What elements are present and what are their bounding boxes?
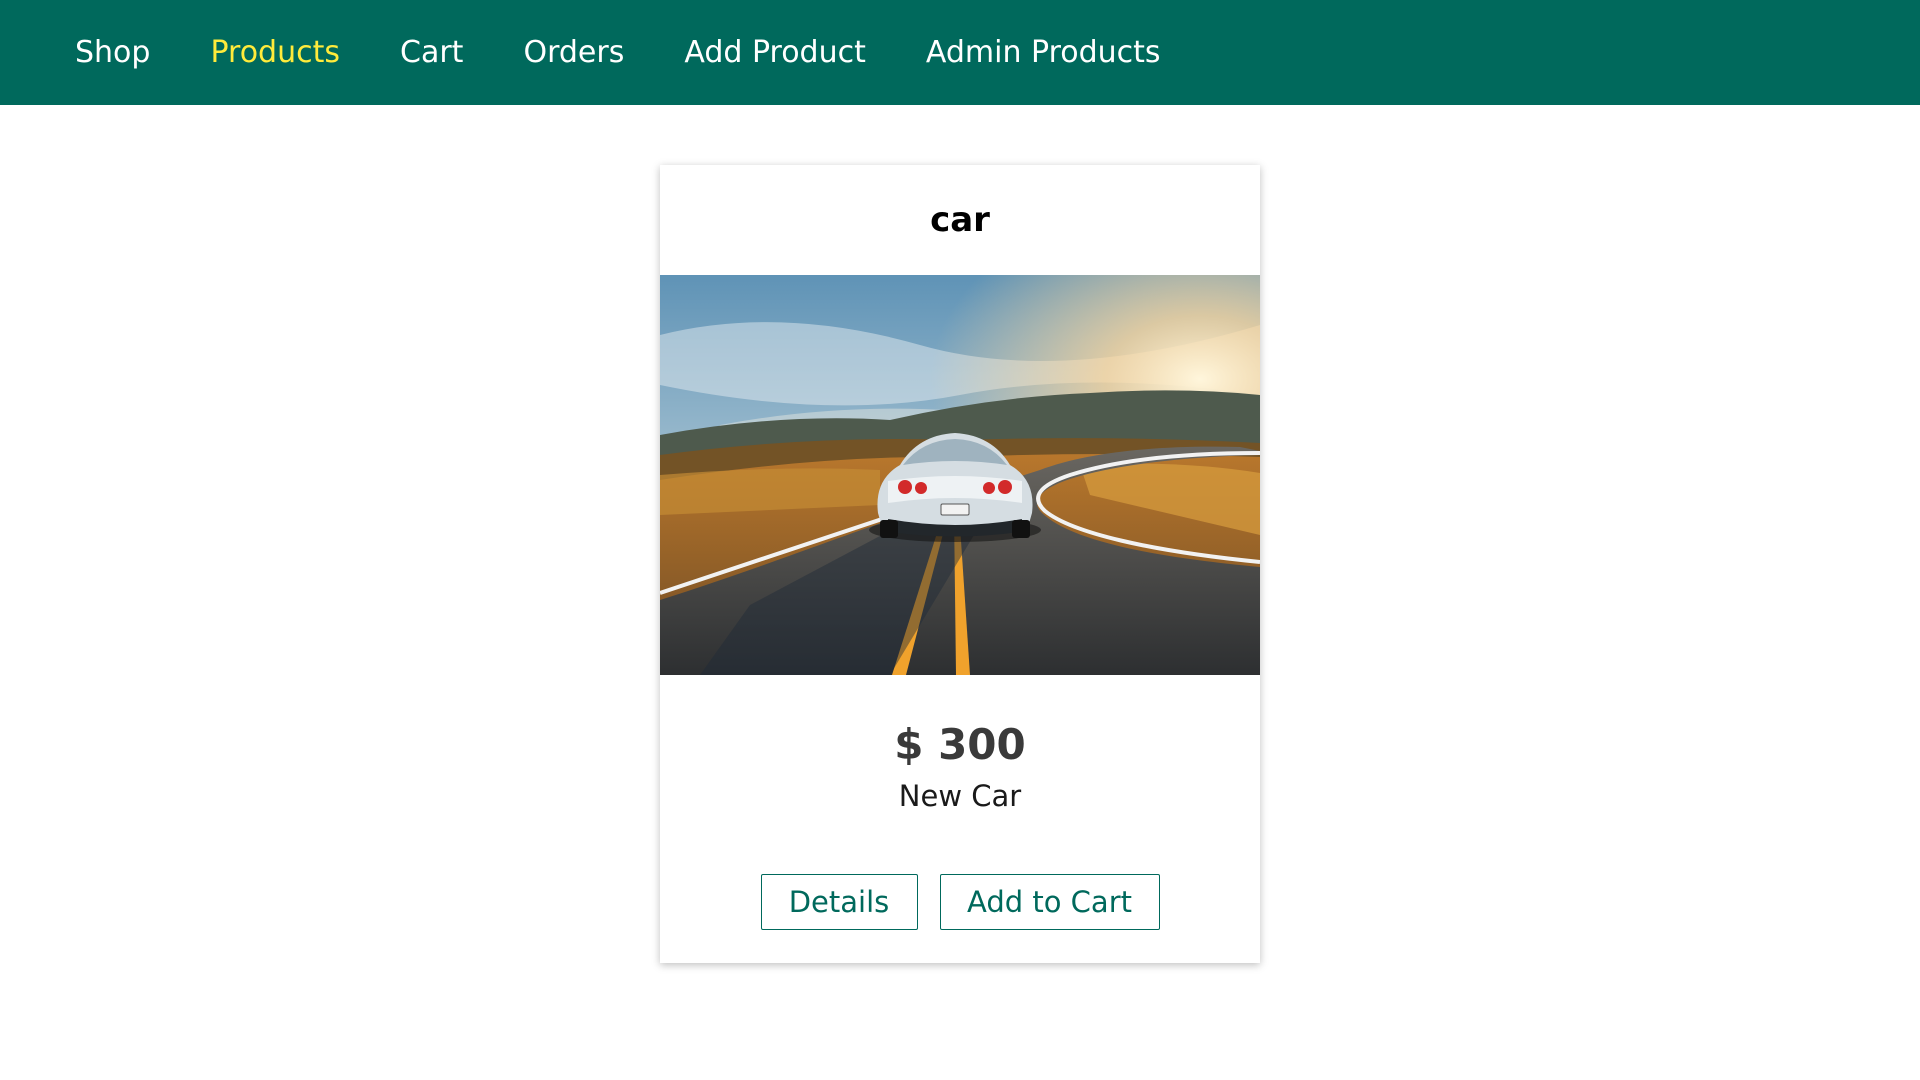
nav-item-cart: Cart (400, 35, 463, 70)
main-nav: Shop Products Cart Orders Add Product Ad… (75, 35, 1161, 70)
nav-item-products: Products (210, 35, 340, 70)
product-title: car (930, 200, 990, 240)
product-price: $ 300 (894, 720, 1026, 769)
product-card: car $ 300 New Car Details Add to Cart (660, 165, 1260, 963)
nav-item-add-product: Add Product (684, 35, 866, 70)
main-header: Shop Products Cart Orders Add Product Ad… (0, 0, 1920, 105)
nav-link-shop[interactable]: Shop (75, 35, 150, 70)
details-button[interactable]: Details (760, 874, 918, 930)
product-image (660, 275, 1260, 675)
nav-item-admin-products: Admin Products (926, 35, 1161, 70)
nav-list: Shop Products Cart Orders Add Product Ad… (75, 35, 1161, 70)
product-description: New Car (898, 779, 1022, 813)
nav-item-shop: Shop (75, 35, 150, 70)
add-to-cart-button[interactable]: Add to Cart (939, 874, 1160, 930)
car-on-road-illustration (660, 275, 1260, 675)
main-content: car $ 300 New Car Details Add to Cart (0, 105, 1920, 1080)
nav-link-admin-products[interactable]: Admin Products (926, 35, 1161, 70)
nav-link-orders[interactable]: Orders (523, 35, 624, 70)
nav-link-cart[interactable]: Cart (400, 35, 463, 70)
nav-link-add-product[interactable]: Add Product (684, 35, 866, 70)
nav-item-orders: Orders (523, 35, 624, 70)
card-actions: Details Add to Cart (660, 874, 1260, 930)
nav-link-products[interactable]: Products (210, 35, 340, 70)
